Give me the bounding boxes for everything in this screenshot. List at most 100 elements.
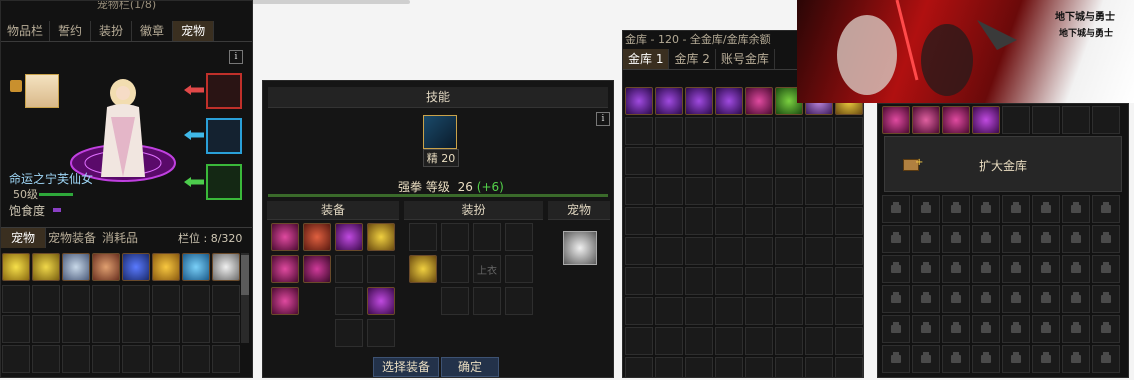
empty-slot[interactable]: [32, 285, 60, 313]
tab-consumables[interactable]: 消耗品: [98, 228, 142, 248]
empty-slot[interactable]: [805, 267, 833, 295]
empty-slot[interactable]: [745, 207, 773, 235]
avatar-slot[interactable]: [441, 287, 469, 315]
empty-slot[interactable]: [92, 285, 120, 313]
empty-slot[interactable]: [775, 327, 803, 355]
empty-slot[interactable]: [625, 237, 653, 265]
empty-slot[interactable]: [625, 297, 653, 325]
empty-equip-slot[interactable]: [303, 287, 331, 315]
tab-items[interactable]: 物品栏: [1, 21, 51, 41]
tab-account-warehouse[interactable]: 账号金库: [716, 49, 775, 69]
empty-slot[interactable]: [745, 117, 773, 145]
empty-slot[interactable]: [655, 147, 683, 175]
tab-warehouse-2[interactable]: 金库 2: [669, 49, 716, 69]
empty-slot[interactable]: [775, 237, 803, 265]
empty-slot[interactable]: [212, 315, 240, 343]
empty-slot[interactable]: [625, 207, 653, 235]
info-icon[interactable]: i: [229, 50, 243, 64]
empty-slot[interactable]: [805, 297, 833, 325]
empty-slot[interactable]: [745, 267, 773, 295]
empty-slot[interactable]: [655, 327, 683, 355]
equip-item[interactable]: [271, 255, 299, 283]
empty-slot[interactable]: [2, 345, 30, 373]
warehouse-item[interactable]: [625, 87, 653, 115]
pet-item[interactable]: [2, 253, 30, 281]
pet-item[interactable]: [32, 253, 60, 281]
empty-slot[interactable]: [212, 285, 240, 313]
empty-slot[interactable]: [745, 177, 773, 205]
empty-equip-slot[interactable]: [335, 287, 363, 315]
empty-slot[interactable]: [715, 357, 743, 377]
empty-slot[interactable]: [625, 147, 653, 175]
empty-equip-slot[interactable]: [303, 319, 331, 347]
equip-item[interactable]: [335, 223, 363, 251]
empty-slot[interactable]: [715, 327, 743, 355]
empty-equip-slot[interactable]: [367, 255, 395, 283]
avatar-slot[interactable]: [409, 287, 437, 315]
empty-slot[interactable]: [152, 345, 180, 373]
empty-slot[interactable]: [655, 237, 683, 265]
empty-slot[interactable]: [715, 237, 743, 265]
empty-slot[interactable]: [835, 147, 863, 175]
empty-slot[interactable]: [715, 207, 743, 235]
empty-slot[interactable]: [775, 147, 803, 175]
tab-warehouse-1[interactable]: 金库 1: [623, 49, 670, 69]
empty-slot[interactable]: [805, 357, 833, 377]
empty-slot[interactable]: [685, 267, 713, 295]
empty-slot[interactable]: [685, 177, 713, 205]
pet-slot-green[interactable]: [206, 164, 242, 200]
empty-slot[interactable]: [685, 147, 713, 175]
empty-slot[interactable]: [625, 357, 653, 377]
empty-slot[interactable]: [835, 327, 863, 355]
avatar-slot[interactable]: [505, 223, 533, 251]
avatar-item[interactable]: [409, 255, 437, 283]
empty-slot[interactable]: [745, 357, 773, 377]
empty-slot[interactable]: [775, 177, 803, 205]
empty-slot[interactable]: [685, 237, 713, 265]
pet-portrait-slot[interactable]: [25, 74, 59, 108]
pet-item[interactable]: [212, 253, 240, 281]
empty-slot[interactable]: [835, 207, 863, 235]
empty-slot[interactable]: [182, 345, 210, 373]
empty-slot[interactable]: [625, 267, 653, 295]
empty-slot[interactable]: [32, 315, 60, 343]
empty-equip-slot[interactable]: [367, 319, 395, 347]
avatar-slot-top[interactable]: 上衣: [473, 255, 501, 283]
skill-icon[interactable]: [423, 115, 457, 149]
empty-slot[interactable]: [625, 177, 653, 205]
empty-equip-slot[interactable]: [335, 319, 363, 347]
empty-slot[interactable]: [685, 117, 713, 145]
empty-slot[interactable]: [212, 345, 240, 373]
avatar-slot[interactable]: [473, 223, 501, 251]
equip-item[interactable]: [367, 287, 395, 315]
warehouse-item[interactable]: [942, 106, 970, 134]
empty-slot[interactable]: [835, 177, 863, 205]
empty-slot[interactable]: [835, 357, 863, 377]
empty-slot[interactable]: [805, 237, 833, 265]
empty-slot[interactable]: [685, 207, 713, 235]
empty-slot[interactable]: [655, 177, 683, 205]
empty-slot[interactable]: [715, 117, 743, 145]
empty-slot[interactable]: [775, 357, 803, 377]
select-equipment-button[interactable]: 选择装备: [373, 357, 439, 377]
tab-pet[interactable]: 宠物: [173, 21, 215, 41]
empty-slot[interactable]: [805, 177, 833, 205]
pet-item[interactable]: [92, 253, 120, 281]
empty-slot[interactable]: [625, 117, 653, 145]
empty-slot[interactable]: [715, 297, 743, 325]
empty-slot[interactable]: [685, 327, 713, 355]
equip-item[interactable]: [271, 223, 299, 251]
empty-slot[interactable]: [775, 297, 803, 325]
empty-slot[interactable]: [122, 315, 150, 343]
pet-item[interactable]: [122, 253, 150, 281]
equip-item[interactable]: [303, 255, 331, 283]
avatar-slot[interactable]: [441, 255, 469, 283]
avatar-slot[interactable]: [505, 287, 533, 315]
warehouse-item[interactable]: [972, 106, 1000, 134]
pet-item[interactable]: [62, 253, 90, 281]
info-icon[interactable]: i: [596, 112, 610, 126]
empty-slot[interactable]: [835, 237, 863, 265]
empty-slot[interactable]: [775, 117, 803, 145]
empty-slot[interactable]: [1002, 106, 1030, 134]
warehouse-item[interactable]: [745, 87, 773, 115]
